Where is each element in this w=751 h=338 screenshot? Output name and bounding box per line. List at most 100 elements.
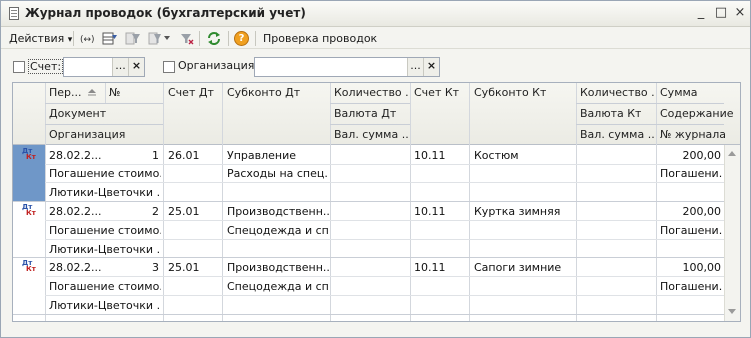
cell-sum: 200,00 [682,205,722,218]
cell-content: Погашени... [660,224,723,237]
refresh-icon[interactable] [206,31,222,46]
scroll-down-icon[interactable] [728,309,736,314]
header-organization[interactable]: Организация [49,128,125,141]
header-document[interactable]: Документ [49,107,106,120]
account-filter-field[interactable]: ... × [63,57,145,77]
header-divider [45,124,163,125]
row-subline [45,164,724,165]
row-divider [13,257,724,258]
column-divider [330,83,331,321]
actions-menu[interactable]: Действия ▾ [9,30,72,47]
row-subline [45,276,724,277]
header-period[interactable]: Пер... [49,86,82,99]
header-sum[interactable]: Сумма [660,86,698,99]
row-divider [13,314,724,315]
header-currency-dt[interactable]: Валюта Дт [334,107,396,120]
cell-subconto-dt-1: Управление [227,149,297,162]
actions-label: Действия [9,32,65,45]
close-button[interactable]: × [732,5,748,21]
toolbar: Действия ▾ (↔) ? Проверка проводок [1,27,750,49]
table-settings-icon[interactable] [102,31,118,46]
column-divider [105,83,106,104]
column-divider [469,83,470,321]
organization-filter-label: Организация: [178,59,259,72]
cell-period: 28.02.2... [49,149,102,162]
cell-account-kt: 10.11 [414,149,446,162]
header-content[interactable]: Содержание [660,107,734,120]
column-divider [576,83,577,321]
organization-filter-field[interactable]: ... × [254,57,440,77]
header-quantity-kt[interactable]: Количество ... [580,86,654,99]
maximize-button[interactable]: □ [713,5,729,21]
row-subline [45,182,724,183]
row-subline [45,295,724,296]
cell-number: 3 [152,261,159,274]
cell-sum: 100,00 [682,261,722,274]
sort-ascending-icon[interactable] [87,88,97,97]
header-currency-sum-dt[interactable]: Вал. сумма ... [334,128,408,141]
cell-document: Погашение стоимо... [49,224,161,237]
header-subconto-dt[interactable]: Субконто Дт [227,86,300,99]
column-divider [222,83,223,321]
organization-filter-checkbox[interactable] [163,61,175,73]
exchange-icon[interactable]: (↔) [79,31,95,46]
status-bar [1,322,750,338]
header-quantity-dt[interactable]: Количество ... [334,86,408,99]
header-subconto-kt[interactable]: Субконто Кт [474,86,546,99]
help-icon[interactable]: ? [234,31,249,46]
header-divider [576,124,724,125]
account-select-button[interactable]: ... [112,58,128,76]
row-divider [13,201,724,202]
minimize-button[interactable]: _ [693,5,709,21]
cell-subconto-dt-1: Производственн... [227,261,329,274]
cell-organization: Лютики-Цветочки ... [49,299,161,312]
cell-account-dt: 25.01 [168,205,200,218]
cell-content: Погашени... [660,167,723,180]
column-divider [45,83,46,321]
column-divider [656,83,657,321]
header-account-kt[interactable]: Счет Кт [414,86,459,99]
title-bar: Журнал проводок (бухгалтерский учет) _ □… [1,1,750,27]
entries-table[interactable]: Пер... № Документ Организация Счет Дт Су… [12,82,741,322]
filter-icon[interactable] [125,31,141,46]
dt-kt-entry-icon: Дт Кт [22,259,36,273]
cell-organization: Лютики-Цветочки ... [49,243,161,256]
check-entries-button[interactable]: Проверка проводок [263,30,377,47]
header-currency-sum-kt[interactable]: Вал. сумма ... [580,128,654,141]
header-number[interactable]: № [109,86,120,99]
toolbar-separator [228,31,229,46]
scroll-up-icon[interactable] [728,151,736,156]
header-account-dt[interactable]: Счет Дт [168,86,214,99]
cell-subconto-dt-1: Производственн... [227,205,329,218]
journal-window: Журнал проводок (бухгалтерский учет) _ □… [0,0,751,338]
header-journal-number[interactable]: № журнала [660,128,726,141]
cell-subconto-dt-2: Расходы на спец... [227,167,329,180]
vertical-scrollbar[interactable] [724,145,740,321]
header-divider [45,103,163,104]
toolbar-separator [73,31,74,46]
cell-number: 2 [152,205,159,218]
dt-kt-entry-icon: Дт Кт [22,147,36,161]
filter-bar: Счет: ... × Организация: ... × [1,49,750,82]
account-filter-checkbox[interactable] [13,61,25,73]
header-divider [330,124,410,125]
organization-select-button[interactable]: ... [407,58,423,76]
chevron-down-icon[interactable] [164,36,170,41]
account-clear-button[interactable]: × [128,58,144,76]
cell-account-kt: 10.11 [414,261,446,274]
cell-subconto-dt-2: Спецодежда и сп... [227,224,329,237]
cell-content: Погашени... [660,280,723,293]
filter-off-icon[interactable] [179,31,195,46]
filter-dropdown-icon[interactable] [148,31,164,46]
cell-account-dt: 26.01 [168,149,200,162]
svg-text:(↔): (↔) [80,35,95,45]
header-currency-kt[interactable]: Валюта Кт [580,107,641,120]
cell-period: 28.02.2... [49,261,102,274]
document-icon [7,7,21,21]
row-subline [45,220,724,221]
cell-subconto-kt-1: Костюм [474,149,519,162]
organization-clear-button[interactable]: × [423,58,439,76]
window-title: Журнал проводок (бухгалтерский учет) [25,6,306,20]
cell-subconto-dt-2: Спецодежда и сп... [227,280,329,293]
cell-subconto-kt-1: Сапоги зимние [474,261,562,274]
